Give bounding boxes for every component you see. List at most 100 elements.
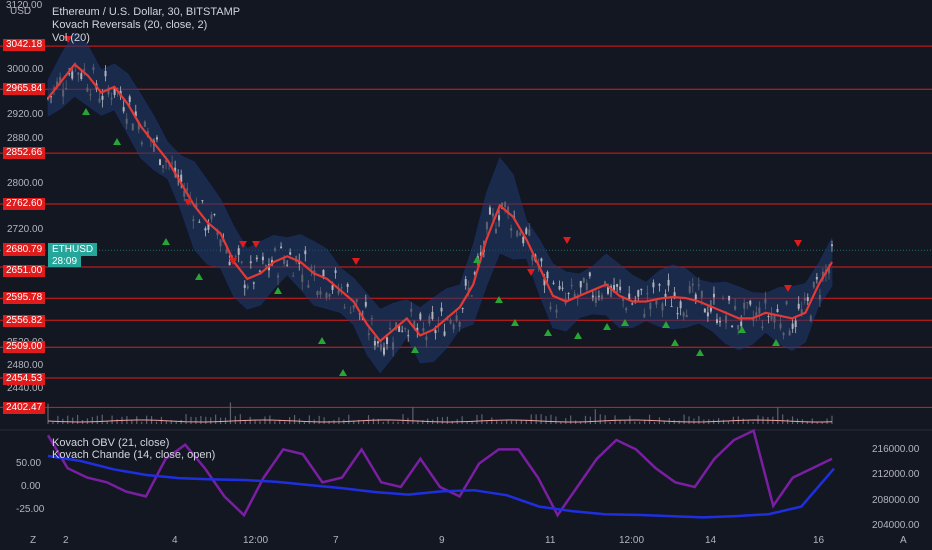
- level-tag: 2651.00: [3, 265, 46, 277]
- current-price-tag: 2680.79: [3, 243, 46, 256]
- reversal-up-icon: [495, 296, 503, 303]
- candle-body: [346, 284, 349, 287]
- candle-body: [661, 303, 664, 311]
- candle-body: [740, 321, 743, 327]
- auto-scale-button[interactable]: A: [900, 535, 907, 546]
- candle-body: [831, 244, 833, 247]
- candle-body: [125, 118, 128, 124]
- lower-right-axis-label: 204000.00: [872, 520, 920, 531]
- candle-body: [440, 307, 443, 312]
- reversal-down-icon: [563, 237, 571, 244]
- reversal-up-icon: [113, 138, 121, 145]
- candle-body: [676, 313, 679, 315]
- candle-body: [491, 213, 494, 217]
- candle-body: [404, 328, 407, 330]
- candle-body: [274, 248, 277, 251]
- time-axis-label: 12:00: [243, 535, 269, 546]
- reversal-up-icon: [544, 329, 552, 336]
- candle-body: [655, 300, 658, 305]
- candle-body: [700, 290, 703, 298]
- candle-body: [240, 261, 243, 263]
- time-axis-label: 14: [705, 535, 717, 546]
- indicator-kovach-reversals[interactable]: Kovach Reversals (20, close, 2): [52, 19, 207, 32]
- candle-body: [98, 98, 101, 103]
- candle-body: [376, 341, 379, 344]
- candle-body: [785, 301, 788, 305]
- candle-body: [658, 284, 661, 286]
- candle-body: [643, 313, 646, 318]
- candle-body: [62, 89, 65, 97]
- candle-body: [228, 261, 231, 266]
- time-axis-label: 9: [439, 535, 445, 546]
- candle-body: [728, 296, 731, 301]
- candle-body: [307, 284, 310, 288]
- candle-body: [80, 73, 83, 79]
- candle-body: [464, 279, 467, 286]
- candle-body: [322, 269, 325, 277]
- candle-body: [455, 315, 458, 322]
- candle-body: [280, 246, 283, 249]
- candle-body: [495, 228, 497, 234]
- level-tag: 2595.78: [3, 292, 46, 304]
- candle-body: [71, 71, 74, 79]
- candle-body: [155, 137, 158, 140]
- candle-body: [110, 97, 113, 100]
- symbol-title[interactable]: Ethereum / U.S. Dollar, 30, BITSTAMP: [52, 6, 240, 19]
- price-axis-label: 2480.00: [7, 360, 44, 371]
- candle-body: [585, 282, 588, 290]
- reversal-up-icon: [671, 339, 679, 346]
- candle-body: [782, 332, 785, 336]
- candle-body: [737, 324, 740, 330]
- candle-body: [485, 222, 488, 230]
- candle-body: [249, 261, 252, 264]
- level-tag: 2454.53: [3, 373, 46, 385]
- candle-body: [65, 87, 68, 89]
- reversal-up-icon: [318, 337, 326, 344]
- candle-body: [379, 344, 382, 351]
- candle-body: [719, 321, 721, 323]
- candle-body: [616, 284, 619, 287]
- candle-body: [210, 214, 213, 220]
- indicator-volume[interactable]: Vol (20): [52, 32, 90, 45]
- zoom-button[interactable]: Z: [30, 535, 36, 546]
- candle-body: [516, 230, 519, 237]
- candle-body: [328, 294, 331, 297]
- candle-body: [383, 347, 385, 355]
- candle-body: [343, 307, 346, 309]
- reversal-up-icon: [82, 108, 90, 115]
- candle-body: [703, 308, 706, 313]
- price-chart-svg[interactable]: [0, 0, 932, 550]
- candle-body: [128, 96, 131, 102]
- candle-body: [410, 308, 413, 312]
- candle-body: [219, 239, 222, 247]
- candle-body: [261, 256, 264, 261]
- candle-body: [192, 219, 195, 222]
- candle-body: [428, 316, 431, 324]
- candle-body: [425, 336, 428, 341]
- candle-body: [818, 294, 821, 300]
- candle-body: [370, 317, 373, 320]
- time-axis-label: 11: [545, 535, 556, 546]
- candle-body: [407, 335, 410, 337]
- candle-body: [101, 95, 104, 100]
- candle-body: [89, 94, 92, 96]
- reversal-down-icon: [352, 258, 360, 265]
- level-tag: 2762.60: [3, 198, 46, 210]
- candle-body: [198, 221, 201, 223]
- chart-canvas[interactable]: 3120.00 USD Ethereum / U.S. Dollar, 30, …: [0, 0, 932, 550]
- lower-right-axis-label: 208000.00: [872, 495, 920, 506]
- candle-body: [243, 284, 246, 289]
- candle-body: [667, 279, 670, 286]
- reversal-up-icon: [339, 369, 347, 376]
- time-axis-label: 2: [63, 535, 69, 546]
- candle-body: [685, 314, 688, 318]
- candle-body: [619, 286, 622, 291]
- candle-body: [77, 72, 80, 75]
- candle-body: [355, 299, 358, 302]
- candle-body: [301, 274, 304, 283]
- indicator-kovach-chande[interactable]: Kovach Chande (14, close, open): [52, 449, 215, 462]
- candle-body: [803, 297, 806, 301]
- time-axis-label: 12:00: [619, 535, 645, 546]
- candle-body: [579, 281, 582, 288]
- price-axis-label: 2720.00: [7, 224, 44, 235]
